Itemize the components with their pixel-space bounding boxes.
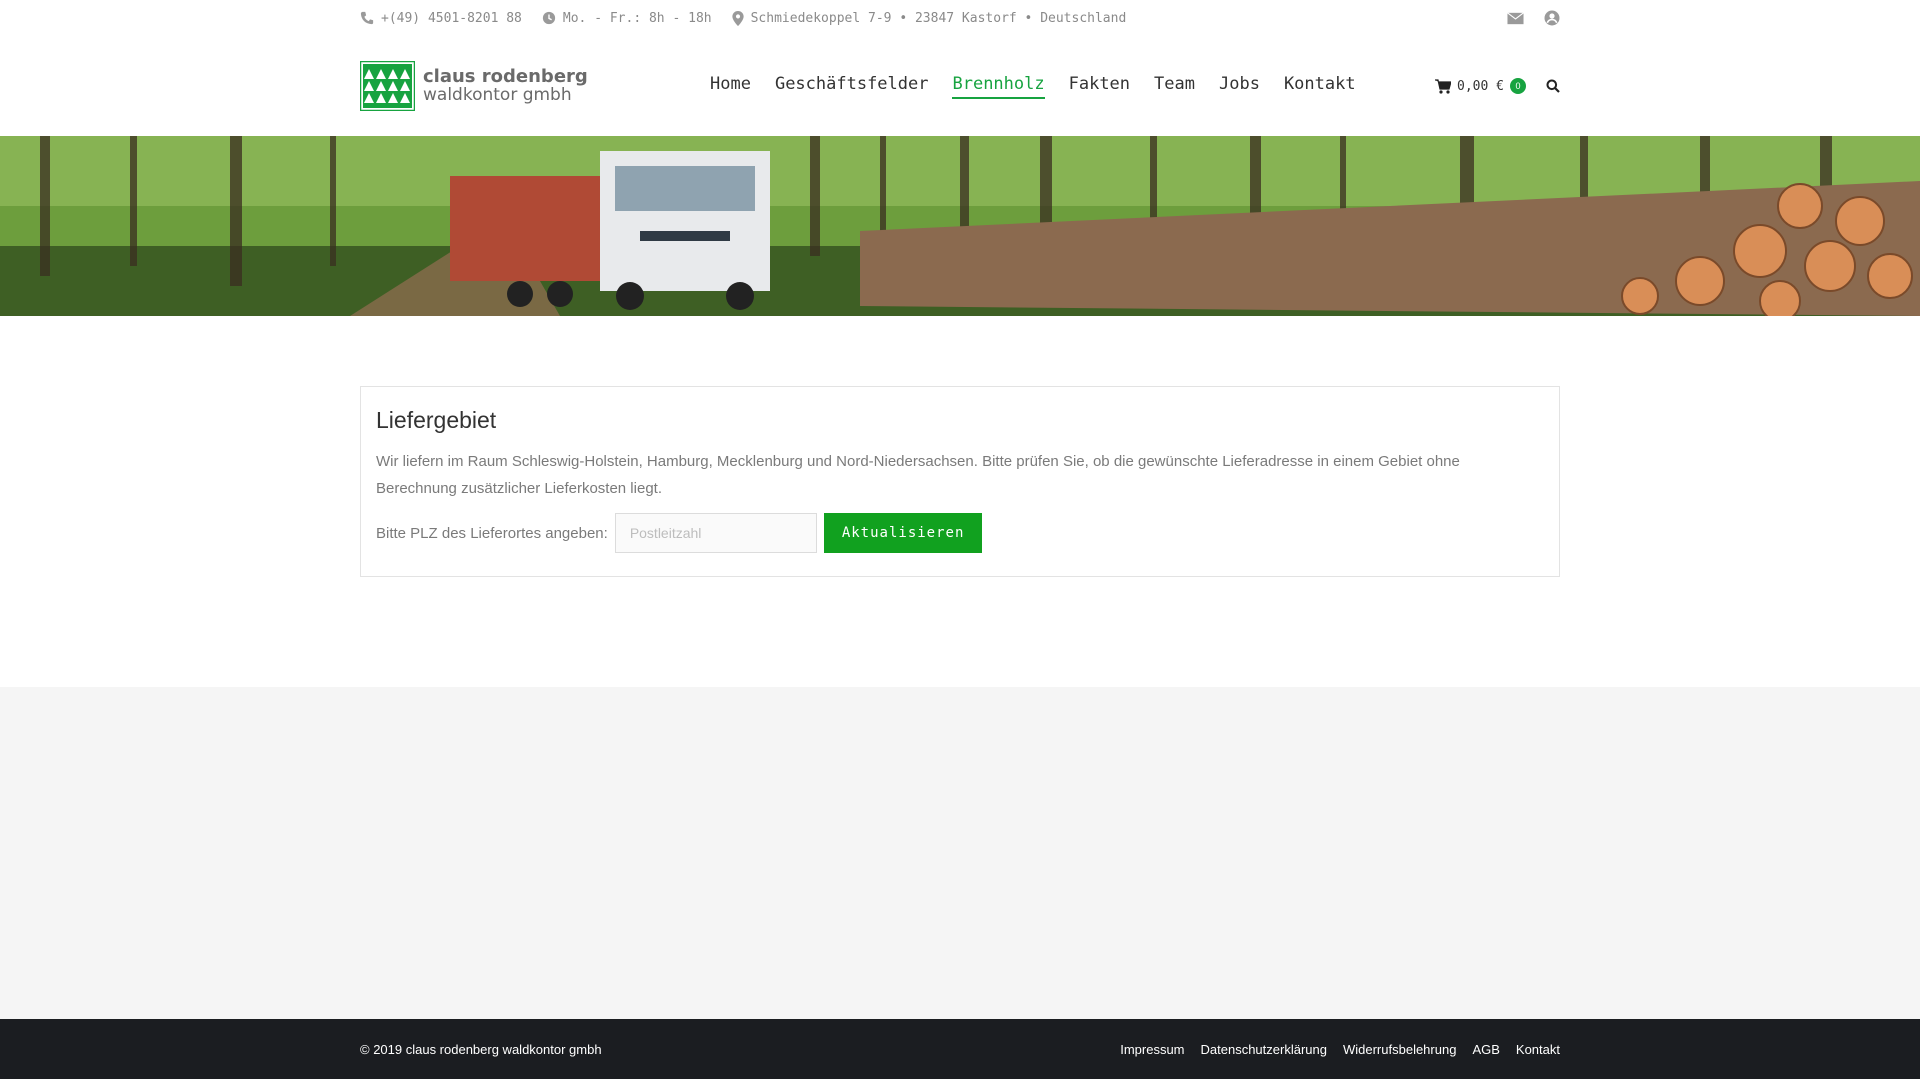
footer-link-kontakt[interactable]: Kontakt <box>1516 1042 1560 1057</box>
cart-button[interactable]: 0,00 € 0 <box>1435 78 1526 94</box>
footer-link-widerruf[interactable]: Widerrufsbelehrung <box>1343 1042 1456 1057</box>
footer-link-impressum[interactable]: Impressum <box>1120 1042 1184 1057</box>
address: Schmiedekoppel 7-9 • 23847 Kastorf • Deu… <box>750 10 1127 26</box>
phone-number: +(49) 4501-8201 88 <box>381 10 522 26</box>
nav-team[interactable]: Team <box>1154 74 1195 99</box>
main-content: Liefergebiet Wir liefern im Raum Schlesw… <box>0 316 1920 687</box>
cart-count-badge: 0 <box>1510 78 1526 94</box>
cart-icon <box>1435 78 1452 94</box>
mail-icon[interactable] <box>1507 11 1524 25</box>
footer-link-datenschutz[interactable]: Datenschutzerklärung <box>1201 1042 1327 1057</box>
site-footer: © 2019 claus rodenberg waldkontor gmbh I… <box>0 1019 1920 1079</box>
hours-info: Mo. - Fr.: 8h - 18h <box>542 11 712 26</box>
address-info: Schmiedekoppel 7-9 • 23847 Kastorf • Deu… <box>731 10 1127 26</box>
logo-trees-icon <box>360 61 415 111</box>
forest-truck-illustration <box>0 136 1920 316</box>
footer-link-agb[interactable]: AGB <box>1472 1042 1499 1057</box>
top-bar: +(49) 4501-8201 88 Mo. - Fr.: 8h - 18h S… <box>0 0 1920 36</box>
plz-form: Bitte PLZ des Lieferortes angeben: Aktua… <box>376 513 1544 553</box>
copyright: © 2019 claus rodenberg waldkontor gmbh <box>360 1041 602 1057</box>
update-button[interactable]: Aktualisieren <box>823 513 983 553</box>
clock-icon <box>542 11 556 25</box>
location-icon <box>731 10 744 26</box>
nav-jobs[interactable]: Jobs <box>1219 74 1260 99</box>
site-header: claus rodenberg waldkontor gmbh Home Ges… <box>0 36 1920 136</box>
nav-brennholz[interactable]: Brennholz <box>952 74 1045 99</box>
delivery-area-box: Liefergebiet Wir liefern im Raum Schlesw… <box>360 386 1560 577</box>
phone-icon <box>360 11 374 25</box>
nav-fakten[interactable]: Fakten <box>1069 74 1130 99</box>
logo[interactable]: claus rodenberg waldkontor gmbh <box>360 61 660 111</box>
plz-input[interactable] <box>614 513 817 553</box>
section-title: Liefergebiet <box>376 407 497 433</box>
nav-geschaeftsfelder[interactable]: Geschäftsfelder <box>775 74 929 99</box>
logo-subtitle: waldkontor gmbh <box>423 84 572 105</box>
cart-total: 0,00 € <box>1457 78 1504 94</box>
logo-name: claus rodenberg <box>423 65 588 87</box>
opening-hours: Mo. - Fr.: 8h - 18h <box>562 10 712 26</box>
nav-home[interactable]: Home <box>710 74 751 99</box>
plz-label: Bitte PLZ des Lieferortes angeben: <box>376 524 608 542</box>
nav-kontakt[interactable]: Kontakt <box>1284 74 1356 99</box>
main-nav: Home Geschäftsfelder Brennholz Fakten Te… <box>710 74 1356 99</box>
empty-gray-section <box>0 687 1920 1019</box>
hero-banner-image <box>0 136 1920 316</box>
section-description: Wir liefern im Raum Schleswig-Holstein, … <box>376 453 1460 497</box>
account-icon[interactable] <box>1544 10 1560 26</box>
phone-info[interactable]: +(49) 4501-8201 88 <box>360 11 522 26</box>
search-icon[interactable] <box>1546 79 1560 93</box>
footer-links: Impressum Datenschutzerklärung Widerrufs… <box>1120 1042 1560 1057</box>
